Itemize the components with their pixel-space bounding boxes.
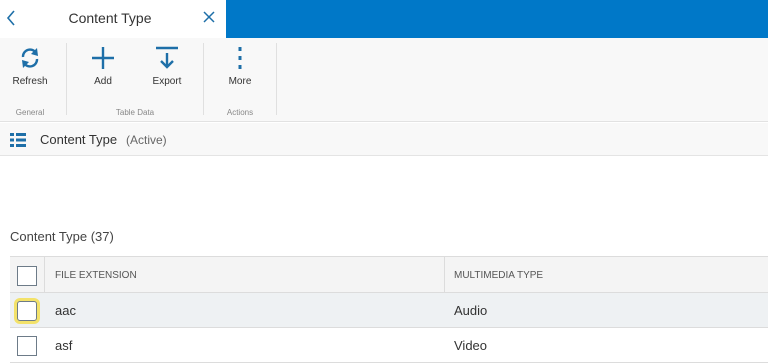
more-vertical-icon	[238, 47, 242, 69]
view-status: (Active)	[126, 133, 167, 147]
row-checkbox[interactable]	[17, 301, 37, 321]
multimedia-type-cell: Audio	[454, 303, 488, 318]
export-button[interactable]: Export	[139, 42, 195, 98]
column-header-multimedia-type[interactable]: MULTIMEDIA TYPE	[454, 257, 543, 294]
export-icon	[156, 46, 178, 69]
column-header-file-extension[interactable]: FILE EXTENSION	[55, 257, 137, 294]
refresh-label: Refresh	[12, 76, 48, 87]
row-checkbox[interactable]	[17, 336, 37, 356]
grid-view-icon[interactable]	[10, 133, 26, 147]
plus-icon	[92, 47, 114, 69]
refresh-icon	[21, 48, 39, 68]
add-button[interactable]: Add	[75, 42, 131, 98]
ribbon-separator	[203, 43, 204, 115]
table-row[interactable]: asf Video	[10, 328, 768, 363]
more-label: More	[228, 76, 252, 87]
row-select-cell	[10, 293, 45, 327]
more-button[interactable]: More	[212, 42, 268, 98]
group-label-general: General	[15, 108, 45, 117]
ribbon-separator	[66, 43, 67, 115]
file-extension-cell: aac	[55, 303, 76, 318]
ribbon-separator	[276, 43, 277, 115]
close-icon[interactable]	[202, 10, 216, 24]
content-type-tab[interactable]: Content Type	[0, 0, 226, 38]
top-bar: Content Type	[0, 0, 768, 38]
group-label-table-data: Table Data	[115, 108, 155, 117]
multimedia-type-cell: Video	[454, 338, 488, 353]
file-extension-cell: asf	[55, 338, 73, 353]
select-all-cell	[10, 257, 45, 292]
row-select-cell	[10, 328, 45, 362]
export-label: Export	[152, 76, 182, 87]
table-row[interactable]: aac Audio	[10, 293, 768, 328]
group-label-actions: Actions	[226, 108, 254, 117]
view-header: Content Type (Active)	[0, 123, 768, 156]
view-title: Content Type	[40, 132, 118, 147]
select-all-checkbox[interactable]	[17, 266, 37, 286]
add-label: Add	[94, 76, 112, 87]
table-title: Content Type (37)	[10, 229, 114, 244]
content-type-table: FILE EXTENSION MULTIMEDIA TYPE aac Audio…	[10, 256, 768, 363]
ribbon-toolbar: Refresh General Add Export Table Data Mo…	[0, 38, 768, 122]
table-header-row: FILE EXTENSION MULTIMEDIA TYPE	[10, 256, 768, 293]
refresh-button[interactable]: Refresh	[2, 42, 58, 98]
column-divider	[444, 257, 445, 292]
tab-title: Content Type	[68, 10, 152, 26]
